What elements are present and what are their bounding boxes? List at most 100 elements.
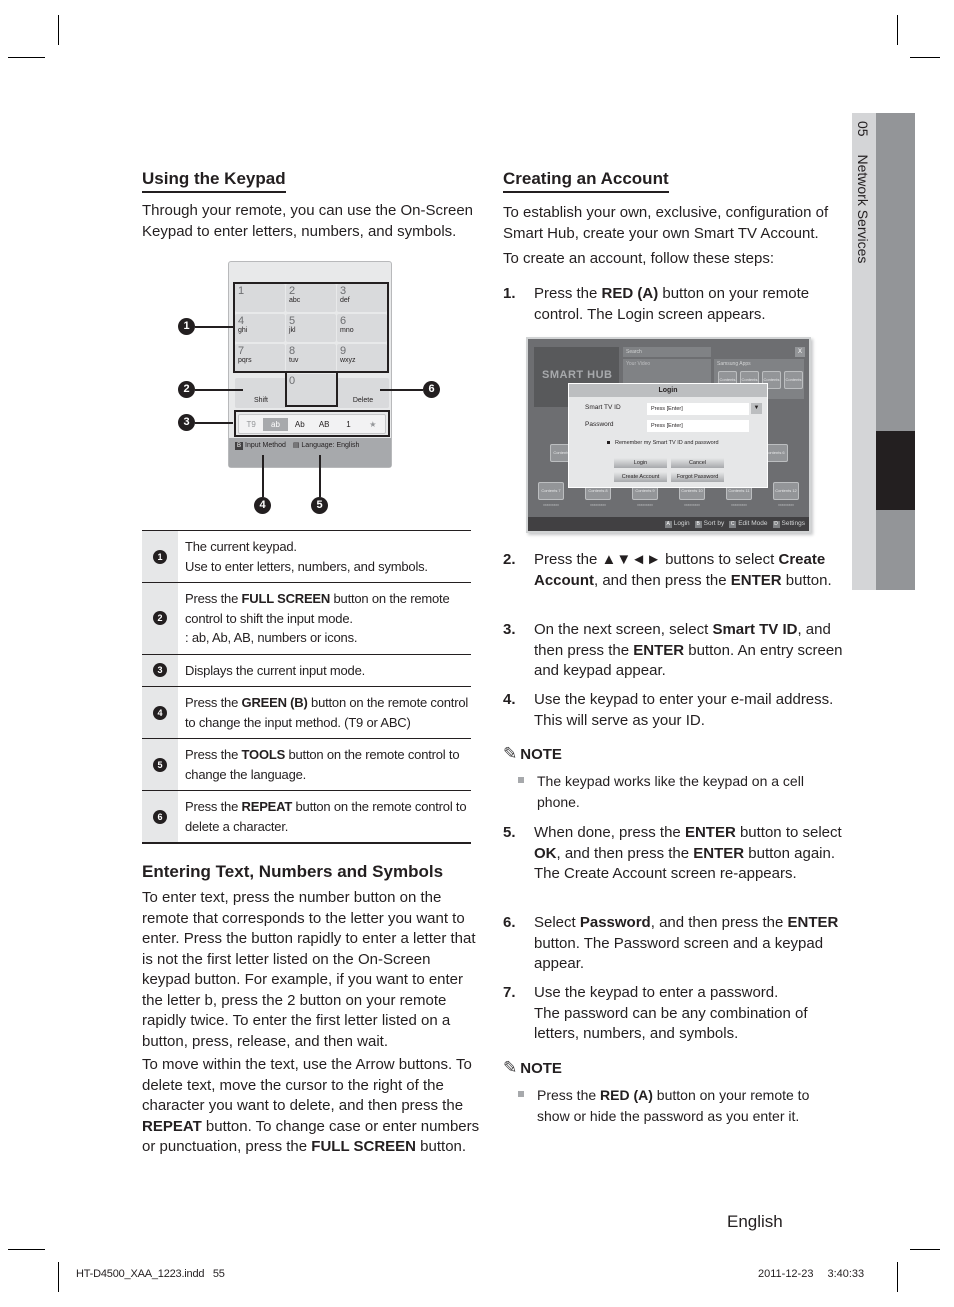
language-icon: ▤ xyxy=(292,442,300,449)
checkbox-icon xyxy=(607,441,610,445)
row-number-cell: 2 xyxy=(142,583,178,654)
keypad-panel: 1 2 abc 3 def 4 ghi 5 jkl 6 mno 7 pqrs 8 tuv 9 wxyz 0 Shi… xyxy=(228,261,392,468)
entering-paragraph-2: To move within the text, use the Arrow b… xyxy=(142,1055,480,1158)
text: Displays the current input mode. xyxy=(185,662,366,678)
step-1: 1. Press the RED (A) button on your remot… xyxy=(503,284,843,325)
color-key-icon: C xyxy=(729,521,737,528)
keypad-footer: B Input Method ▤ Language: English xyxy=(229,438,391,467)
bullet-square-icon xyxy=(518,777,524,783)
input-mode-4: 1 xyxy=(346,419,351,429)
smart-tv-id-field: Press [Enter] xyxy=(647,403,749,415)
row-number-cell: 5 xyxy=(142,739,178,790)
smart-hub-logo: SMART HUB xyxy=(542,369,613,381)
table-row: 1 The current keypad. Use to enter letters… xyxy=(142,531,471,583)
callout-4: 4 xyxy=(254,497,271,514)
content-tile: Contents 12 xyxy=(773,482,799,500)
text: Press the xyxy=(185,591,242,606)
chapter-number: 05 xyxy=(855,121,871,137)
shift-key: Shift xyxy=(235,378,287,408)
callout-line xyxy=(380,389,423,391)
table-row: 3 Displays the current input mode. xyxy=(142,654,471,687)
tile-caption: xxxxxxxxx xyxy=(731,503,747,507)
print-timestamp: 2011-12-23 3:40:33 xyxy=(758,1268,864,1280)
file-name: HT-D4500_XAA_1223.indd 55 xyxy=(76,1268,225,1280)
row-number-cell: 4 xyxy=(142,687,178,738)
pencil-icon: ✎ xyxy=(503,744,518,763)
text: Press the xyxy=(185,747,242,762)
hub-footer-item: B Sort by xyxy=(694,520,724,528)
callout-number: 5 xyxy=(153,757,167,772)
hub-footer-label: Edit Mode xyxy=(738,520,768,527)
text-bold: REPEAT xyxy=(142,1117,202,1135)
shift-label: Shift xyxy=(253,397,268,404)
callout-6: 6 xyxy=(423,381,440,398)
tile-caption: xxxxxxxxx xyxy=(637,503,653,507)
text: button. xyxy=(416,1138,467,1155)
login-dialog: Login Smart TV ID Press [Enter] ▼ Passwo… xyxy=(568,383,768,488)
input-mode-2: Ab xyxy=(294,419,305,429)
callout-line xyxy=(319,455,321,497)
text-bold: Password xyxy=(579,914,651,931)
callout-3: 3 xyxy=(178,414,195,431)
crop-mark xyxy=(8,1249,45,1250)
keypad-figure: 1 2 abc 3 def 4 ghi 5 jkl 6 mno 7 pqrs 8 tuv 9 wxyz 0 Shi… xyxy=(226,259,394,470)
text: button to select xyxy=(735,824,842,841)
callout-number: 4 xyxy=(153,705,167,720)
text-bold: ENTER xyxy=(633,641,685,659)
text: , and then press the xyxy=(650,914,788,931)
text: , and then press the xyxy=(594,571,731,589)
step-4: 4. Use the keypad to enter your e-mail ad… xyxy=(503,690,843,731)
keypad-highlight-frame-zero xyxy=(285,371,338,407)
text-line: : ab, Ab, AB, numbers or icons. xyxy=(185,630,358,645)
text-bold: FULL SCREEN xyxy=(311,1138,417,1155)
note-bullet: Press the RED (A) button on your remote … xyxy=(518,1085,838,1126)
step-2: 2. Press the ▲▼◄► buttons to select Creat… xyxy=(503,550,843,591)
smart-tv-id-label: Smart TV ID xyxy=(585,404,621,411)
step-text: On the next screen, select Smart TV ID, … xyxy=(534,620,843,682)
text-bold: GREEN (B) xyxy=(241,695,308,710)
callout-table: 1 The current keypad. Use to enter letters… xyxy=(142,530,471,844)
row-description: Press the TOOLS button on the remote con… xyxy=(178,739,471,790)
tile-caption: xxxxxxxxx xyxy=(590,503,606,507)
note-bullet: The keypad works like the keypad on a ce… xyxy=(518,771,838,812)
callout-5: 5 xyxy=(311,497,328,514)
dropdown-arrow-icon: ▼ xyxy=(751,403,762,414)
create-account-button: Create Account xyxy=(614,472,667,482)
forgot-password-button: Forgot Password xyxy=(671,472,724,482)
crop-mark xyxy=(910,57,940,58)
smart-hub-screenshot: SMART HUB Search X Your Video Samsung Ap… xyxy=(526,337,811,533)
tile-caption: xxxxxxxxx xyxy=(778,503,794,507)
input-mode-1: ab xyxy=(263,417,288,431)
step-text: Use the keypad to enter your e-mail addr… xyxy=(534,690,843,731)
note-heading: ✎ NOTE xyxy=(503,744,562,764)
bullet-square-icon xyxy=(518,1091,524,1097)
callout-1: 1 xyxy=(178,318,195,335)
table-row: 4 Press the GREEN (B) button on the remot… xyxy=(142,687,471,739)
step-text: Press the ▲▼◄► buttons to select Create … xyxy=(534,550,843,591)
page-language: English xyxy=(727,1212,783,1231)
text: Use the keypad to enter your e-mail addr… xyxy=(534,691,834,729)
cancel-button: Cancel xyxy=(671,458,724,468)
crop-mark xyxy=(897,1262,898,1292)
step-number: 6. xyxy=(503,914,516,931)
text: To move within the text, use the Arrow b… xyxy=(142,1056,472,1114)
row-description: Displays the current input mode. xyxy=(178,655,471,687)
text: Press the xyxy=(185,799,242,814)
crop-mark xyxy=(8,57,45,58)
keypad-legend: B Input Method ▤ Language: English xyxy=(235,441,359,450)
callout-line xyxy=(195,389,243,391)
text-line: The current keypad. xyxy=(185,539,297,554)
row-description: Press the REPEAT button on the remote co… xyxy=(178,791,471,842)
keypad-highlight-frame xyxy=(233,282,389,373)
row-description: Press the GREEN (B) button on the remote… xyxy=(178,687,471,738)
chapter-title: Network Services xyxy=(855,154,871,264)
login-button: Login xyxy=(614,458,667,468)
input-mode-3: AB xyxy=(318,419,330,429)
text: button. xyxy=(781,571,832,589)
password-label: Password xyxy=(585,421,614,428)
hub-footer-label: Settings xyxy=(781,520,806,527)
account-intro-1: To establish your own, exclusive, config… xyxy=(503,204,829,242)
text: The keypad works like the keypad on a ce… xyxy=(537,773,804,810)
text: Select xyxy=(534,914,580,931)
row-number-cell: 3 xyxy=(142,654,178,686)
